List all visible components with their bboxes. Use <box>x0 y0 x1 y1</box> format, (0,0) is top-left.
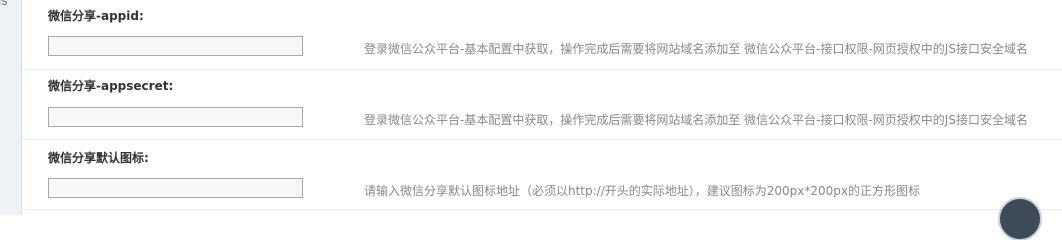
sidebar-partial-text: ls <box>0 0 8 8</box>
settings-page: ls 微信分享-appid: 登录微信公众平台-基本配置中获取，操作完成后需要将… <box>0 0 1062 240</box>
appsecret-hint: 登录微信公众平台-基本配置中获取，操作完成后需要将网站域名添加至 微信公众平台-… <box>364 113 1028 127</box>
appid-label: 微信分享-appid: <box>48 9 144 23</box>
default-icon-input[interactable] <box>48 178 303 198</box>
appsecret-label: 微信分享-appsecret: <box>48 79 174 93</box>
appsecret-input[interactable] <box>48 107 303 127</box>
floating-badge-icon[interactable] <box>998 197 1042 240</box>
left-sidebar-edge: ls <box>0 0 22 215</box>
default-icon-label: 微信分享默认图标: <box>48 151 149 165</box>
wechat-share-settings-form: 微信分享-appid: 登录微信公众平台-基本配置中获取，操作完成后需要将网站域… <box>22 0 1062 215</box>
appid-hint: 登录微信公众平台-基本配置中获取，操作完成后需要将网站域名添加至 微信公众平台-… <box>364 42 1028 56</box>
default-icon-hint: 请输入微信分享默认图标地址（必须以http://开头的实际地址），建议图标为20… <box>364 184 921 198</box>
appid-input[interactable] <box>48 36 303 56</box>
appsecret-row: 微信分享-appsecret: 登录微信公众平台-基本配置中获取，操作完成后需要… <box>22 70 1062 140</box>
appid-row: 微信分享-appid: 登录微信公众平台-基本配置中获取，操作完成后需要将网站域… <box>22 0 1062 70</box>
default-icon-row: 微信分享默认图标: 请输入微信分享默认图标地址（必须以http://开头的实际地… <box>22 140 1062 210</box>
